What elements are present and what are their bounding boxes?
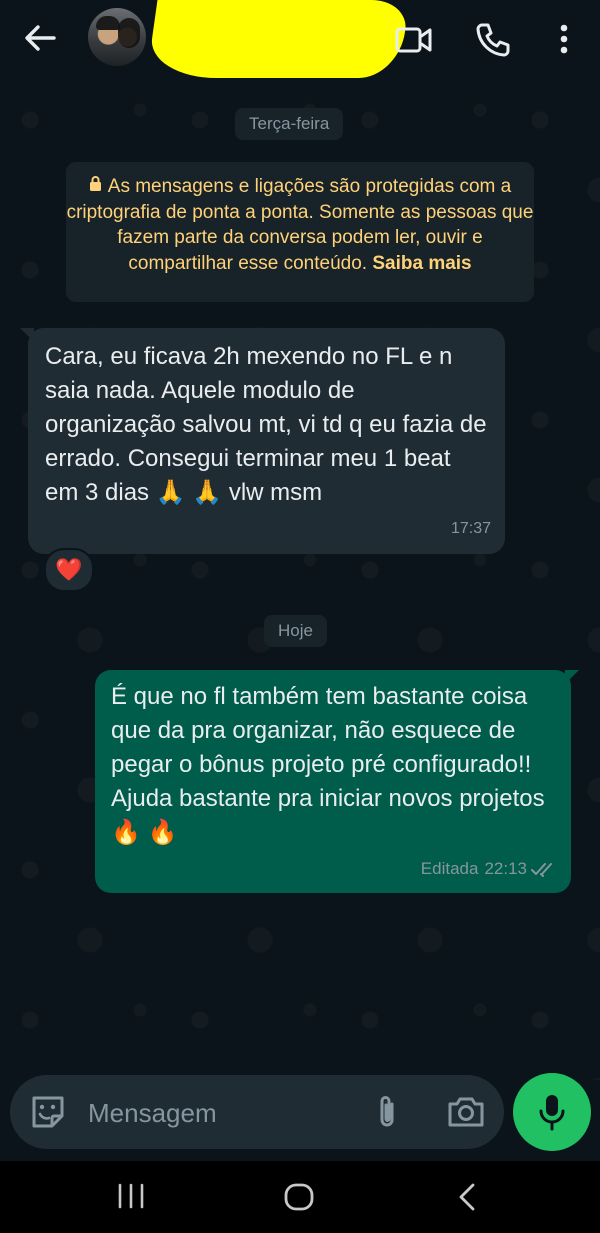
camera-button[interactable] (446, 1092, 486, 1132)
paperclip-icon (380, 1096, 394, 1127)
message-time: 22:13 (484, 859, 527, 878)
learn-more-link[interactable]: Saiba mais (372, 253, 471, 274)
voice-message-button[interactable] (513, 1073, 591, 1151)
recents-icon (118, 1183, 144, 1209)
phone-icon (476, 23, 510, 57)
video-call-button[interactable] (394, 20, 434, 60)
recents-button[interactable] (113, 1181, 149, 1211)
system-back-button[interactable] (452, 1178, 482, 1216)
chat-header (0, 0, 600, 80)
double-check-icon (531, 863, 552, 877)
video-call-icon (395, 27, 432, 53)
camera-icon (448, 1097, 484, 1127)
incoming-message-text: Cara, eu ficava 2h mexendo no FL e n sai… (45, 343, 487, 506)
home-button[interactable] (279, 1178, 319, 1216)
back-chevron-icon (459, 1183, 475, 1211)
chat-area[interactable]: Terça-feira As mensagens e ligações são … (0, 80, 600, 1080)
edited-label: Editada (420, 859, 479, 878)
redacted-contact-name[interactable] (146, 0, 410, 78)
encryption-notice[interactable]: As mensagens e ligações são protegidas c… (66, 162, 534, 302)
bubble-tail (565, 670, 579, 684)
mic-icon (539, 1095, 565, 1131)
lock-icon (89, 176, 101, 191)
heart-reaction[interactable]: ❤️ (44, 548, 94, 592)
message-composer (10, 1075, 504, 1149)
date-divider: Hoje (264, 615, 327, 647)
voice-call-button[interactable] (473, 20, 513, 60)
date-divider: Terça-feira (235, 108, 344, 140)
bubble-tail (20, 328, 34, 342)
sticker-icon (32, 1096, 64, 1128)
home-icon (284, 1183, 314, 1211)
message-input[interactable] (86, 1093, 350, 1133)
message-time: 17:37 (450, 520, 491, 537)
arrow-left-icon (25, 25, 56, 51)
outgoing-message[interactable]: É que no fl também tem bastante coisa qu… (95, 670, 579, 893)
outgoing-message-text: É que no fl também tem bastante coisa qu… (111, 683, 545, 846)
more-vertical-icon (560, 24, 568, 54)
back-button[interactable] (22, 20, 58, 56)
reaction-emoji: ❤️ (55, 557, 83, 582)
contact-avatar[interactable] (88, 8, 146, 66)
emoji-sticker-button[interactable] (28, 1092, 68, 1132)
attach-button[interactable] (368, 1092, 406, 1132)
more-options-button[interactable] (546, 20, 586, 60)
incoming-message[interactable]: Cara, eu ficava 2h mexendo no FL e n sai… (20, 328, 505, 554)
message-meta: Editada 22:13 (421, 852, 557, 886)
system-navigation-bar (0, 1161, 600, 1233)
